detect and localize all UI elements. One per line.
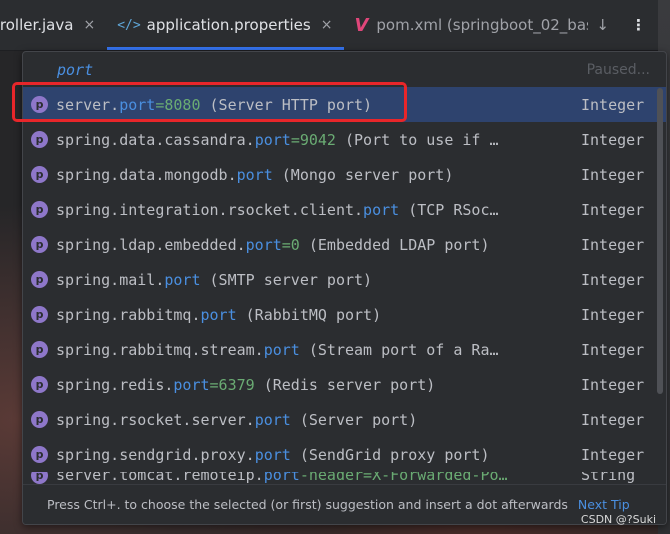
property-prefix: spring.rabbitmq.stream. xyxy=(56,340,264,359)
completion-item[interactable]: p spring.data.cassandra.port=9042 (Port t… xyxy=(23,122,666,157)
property-prefix: spring.redis. xyxy=(56,375,174,394)
property-type: Integer xyxy=(581,235,645,254)
property-match: port xyxy=(254,445,291,464)
completion-item[interactable]: p spring.sendgrid.proxy.port (SendGrid pr… xyxy=(23,437,666,472)
property-match: port xyxy=(173,375,210,394)
completion-item[interactable]: p spring.rabbitmq.port (RabbitMQ port) Int… xyxy=(23,297,666,332)
property-description: (Port to use if … xyxy=(335,130,499,149)
property-type: Integer xyxy=(581,375,645,394)
property-match: port xyxy=(263,340,300,359)
property-icon: p xyxy=(31,376,48,393)
property-prefix: spring.rsocket.server. xyxy=(56,410,255,429)
tab-actions: ↓ ⋮ xyxy=(588,0,658,50)
property-prefix: spring.ldap.embedded. xyxy=(56,235,246,254)
property-prefix: spring.rabbitmq. xyxy=(56,305,201,324)
close-icon[interactable]: × xyxy=(83,17,95,33)
completion-item[interactable]: p spring.ldap.embedded.port=0 (Embedded L… xyxy=(23,227,666,262)
completion-item[interactable]: p spring.rsocket.server.port (Server port… xyxy=(23,402,666,437)
highlight-annotation-box xyxy=(12,82,407,122)
ide-window: troller.java × </> application.propertie… xyxy=(0,0,670,534)
completion-item[interactable]: p spring.integration.rsocket.client.port … xyxy=(23,192,666,227)
property-type: Integer xyxy=(581,305,645,324)
property-type: Integer xyxy=(581,410,645,429)
property-match: port xyxy=(254,410,291,429)
property-prefix: spring.integration.rsocket.client. xyxy=(56,200,364,219)
properties-file-icon: </> xyxy=(117,17,141,33)
completion-popup: port Paused... p server.port=8080 (Server… xyxy=(22,51,667,525)
property-value: =9042 xyxy=(290,130,336,149)
property-description: (TCP RSoc… xyxy=(399,200,499,219)
property-match: port xyxy=(236,165,273,184)
close-icon[interactable]: × xyxy=(321,17,333,33)
property-type: Integer xyxy=(581,445,645,464)
property-description: (SMTP server port) xyxy=(200,270,373,289)
property-value: =0 xyxy=(281,235,300,254)
property-icon: p xyxy=(31,201,48,218)
property-icon: p xyxy=(31,411,48,428)
completion-item[interactable]: p spring.rabbitmq.stream.port (Stream por… xyxy=(23,332,666,367)
tab-label: pom.xml (springboot_02_base xyxy=(376,16,589,34)
watermark: CSDN @?Suki xyxy=(580,513,656,526)
property-icon: p xyxy=(31,446,48,463)
arrow-down-icon[interactable]: ↓ xyxy=(596,16,609,34)
property-description: (Stream port of a Ra… xyxy=(299,340,499,359)
property-match: port xyxy=(164,270,201,289)
property-icon: p xyxy=(31,306,48,323)
property-description: (SendGrid proxy port) xyxy=(290,445,490,464)
footer-tip-text: Press Ctrl+. to choose the selected (or … xyxy=(47,497,568,512)
property-prefix: spring.data.cassandra. xyxy=(56,130,255,149)
completion-list: p server.port=8080 (Server HTTP port) Inte… xyxy=(23,87,666,472)
property-description: (Server port) xyxy=(290,410,418,429)
property-match: port xyxy=(245,235,282,254)
property-match: port xyxy=(200,305,237,324)
more-vertical-icon[interactable]: ⋮ xyxy=(631,16,646,34)
editor-tab-bar: troller.java × </> application.propertie… xyxy=(0,0,658,51)
tab-application-properties[interactable]: </> application.properties × xyxy=(107,0,345,50)
property-prefix: server.tomcat.remoteip. xyxy=(56,472,264,484)
property-icon: p xyxy=(31,166,48,183)
property-description: (Mongo server port) xyxy=(272,165,454,184)
tab-label: application.properties xyxy=(146,16,311,34)
property-type: Integer xyxy=(581,340,645,359)
tab-controller-java[interactable]: troller.java × xyxy=(0,0,107,50)
tab-label: troller.java xyxy=(0,16,74,34)
completion-scrollbar[interactable] xyxy=(657,88,663,394)
next-tip-link[interactable]: Next Tip xyxy=(578,497,630,512)
property-icon: p xyxy=(31,341,48,358)
completion-item[interactable]: p spring.mail.port (SMTP server port) Inte… xyxy=(23,262,666,297)
property-description: (RabbitMQ port) xyxy=(236,305,382,324)
property-type: Integer xyxy=(581,95,645,114)
completion-query: port xyxy=(57,60,94,79)
property-icon: p xyxy=(31,236,48,253)
completion-item[interactable]: p spring.redis.port=6379 (Redis server po… xyxy=(23,367,666,402)
property-type: Integer xyxy=(581,200,645,219)
property-description: (Redis server port) xyxy=(254,375,436,394)
property-match: port xyxy=(254,130,291,149)
tab-pom-xml[interactable]: V pom.xml (springboot_02_base xyxy=(344,0,588,50)
property-icon: p xyxy=(31,131,48,148)
property-value: =6379 xyxy=(209,375,255,394)
property-description: (Embedded LDAP port) xyxy=(299,235,490,254)
maven-icon: V xyxy=(354,14,369,36)
completion-item[interactable]: p spring.data.mongodb.port (Mongo server … xyxy=(23,157,666,192)
property-prefix: spring.sendgrid.proxy. xyxy=(56,445,255,464)
property-type: Integer xyxy=(581,270,645,289)
completion-status: Paused... xyxy=(586,61,650,78)
property-prefix: spring.data.mongodb. xyxy=(56,165,237,184)
completion-footer: Press Ctrl+. to choose the selected (or … xyxy=(23,484,666,524)
property-type: Integer xyxy=(581,130,645,149)
property-icon: p xyxy=(31,472,48,484)
property-prefix: spring.mail. xyxy=(56,270,165,289)
property-match: port xyxy=(363,200,400,219)
property-type: Integer xyxy=(581,165,645,184)
property-value: -header=X-Forwarded-Po… xyxy=(299,472,508,484)
property-type: String xyxy=(581,472,636,484)
property-match: port xyxy=(263,472,300,484)
property-icon: p xyxy=(31,271,48,288)
